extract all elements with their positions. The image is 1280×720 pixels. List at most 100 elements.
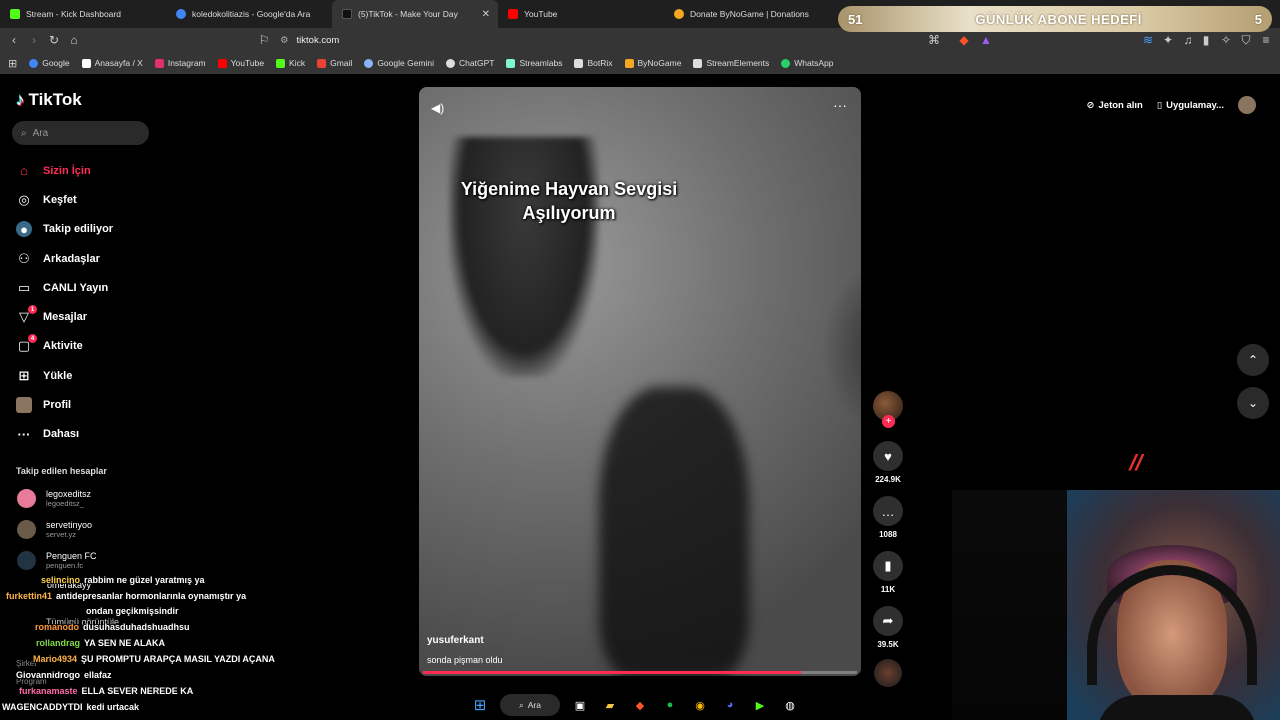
nav-live[interactable]: ▭ CANLI Yayın — [16, 273, 156, 302]
nav-label: Arkadaşlar — [43, 252, 100, 265]
home-icon[interactable]: ⌂ — [64, 30, 84, 50]
tab-kick-dashboard[interactable]: Stream - Kick Dashboard — [0, 0, 166, 28]
tab-tiktok[interactable]: (5)TikTok - Make Your Day ✕ — [332, 0, 498, 28]
bookmark-botrix[interactable]: BotRix — [574, 58, 613, 68]
nav-activity[interactable]: ▢ 4 Aktivite — [16, 332, 156, 361]
previous-video-button[interactable]: ⌃ — [1237, 344, 1269, 376]
following-account[interactable]: legoxeditsz legoeditsz_ — [17, 489, 91, 508]
file-explorer-icon[interactable]: ▰ — [600, 695, 620, 715]
close-tab-icon[interactable]: ✕ — [482, 9, 490, 20]
bookmark-whatsapp[interactable]: WhatsApp — [781, 58, 834, 68]
user-avatar[interactable] — [1238, 96, 1256, 114]
share-button[interactable]: ➦ 39.5K — [873, 606, 903, 649]
nav-label: Keşfet — [43, 193, 77, 206]
bookmark-kick[interactable]: Kick — [276, 58, 305, 68]
music-disc-icon[interactable] — [874, 659, 902, 687]
save-button[interactable]: ▮ 11K — [873, 551, 903, 594]
following-account[interactable]: Penguen FC penguen.fc — [17, 551, 97, 570]
get-coins-button[interactable]: ⊘ Jeton alın — [1087, 100, 1143, 111]
kick-app-icon[interactable]: ▶ — [750, 695, 770, 715]
chrome-icon[interactable]: ◉ — [690, 695, 710, 715]
coin-icon: ⊘ — [1086, 99, 1095, 111]
video-progress-bar[interactable] — [423, 671, 857, 674]
task-view-icon[interactable]: ▣ — [570, 695, 590, 715]
x-icon — [81, 58, 91, 68]
brave-browser-icon[interactable]: ◆ — [630, 695, 650, 715]
sidebar-icon[interactable]: ▮ — [1196, 30, 1216, 50]
video-subject — [449, 137, 599, 377]
address-bar[interactable]: ⚙ tiktok.com — [280, 31, 1000, 49]
youtube-icon — [217, 58, 227, 68]
back-icon[interactable]: ‹ — [4, 30, 24, 50]
nav-more[interactable]: ··· Dahası — [16, 420, 156, 449]
tab-google-search[interactable]: koledokolitiazis - Google'da Ara — [166, 0, 332, 28]
obs-icon[interactable]: ◍ — [780, 695, 800, 715]
nav-label: Profil — [43, 399, 72, 412]
nav-following[interactable]: ● Takip ediliyor — [16, 215, 156, 244]
comment-button[interactable]: … 1088 — [873, 496, 903, 539]
site-info-icon[interactable]: ⚙ — [280, 35, 289, 46]
bookmark-streamlabs[interactable]: Streamlabs — [506, 58, 562, 68]
tab-youtube[interactable]: YouTube — [498, 0, 664, 28]
get-app-button[interactable]: ▯ Uygulamay... — [1157, 100, 1224, 111]
logo-text: TikTok — [28, 90, 82, 109]
like-button[interactable]: ♥ 224.9K — [873, 441, 903, 484]
vpn-icon[interactable]: ⛉ — [1236, 30, 1256, 50]
leo-icon[interactable]: ✧ — [1216, 30, 1236, 50]
discord-icon[interactable]: ◕ — [720, 695, 740, 715]
follow-plus-icon[interactable]: + — [882, 415, 895, 428]
translate-icon[interactable]: ⌘ — [924, 30, 944, 50]
chat-user: Mario4934 — [33, 654, 78, 664]
bookmark-google[interactable]: Google — [29, 58, 70, 68]
tab-label: (5)TikTok - Make Your Day — [358, 9, 458, 19]
reload-icon[interactable]: ↻ — [44, 30, 64, 50]
menu-icon[interactable]: ≡ — [1256, 30, 1276, 50]
bookmark-icon[interactable]: ⚐ — [254, 30, 274, 50]
comment-icon: … — [873, 496, 903, 526]
nav-explore[interactable]: ◎ Keşfet — [16, 185, 156, 214]
bookmark-chatgpt[interactable]: ChatGPT — [446, 58, 494, 68]
search-input[interactable]: ⌕ Ara — [12, 121, 149, 145]
next-video-button[interactable]: ⌄ — [1237, 387, 1269, 419]
compass-icon: ◎ — [18, 191, 30, 207]
following-account[interactable]: servetinyoo servet.yz — [17, 520, 92, 539]
bookmark-youtube[interactable]: YouTube — [217, 58, 264, 68]
account-handle: servet.yz — [46, 530, 77, 539]
gemini-icon — [364, 58, 374, 68]
nav-upload[interactable]: ⊞ Yükle — [16, 361, 156, 390]
bookmark-bynogame[interactable]: ByNoGame — [624, 58, 681, 68]
nav-for-you[interactable]: ⌂ Sizin İçin — [16, 156, 156, 185]
nav-profile[interactable]: Profil — [16, 390, 156, 419]
brave-rewards-icon[interactable]: ▲ — [976, 30, 996, 50]
extension-icon[interactable]: ≋ — [1138, 30, 1158, 50]
bookmark-instagram[interactable]: Instagram — [154, 58, 206, 68]
puzzle-icon[interactable]: ✦ — [1158, 30, 1178, 50]
caption-line-1: Yiğenime Hayvan Sevgisi — [460, 179, 678, 199]
windows-start-icon[interactable]: ⊞ — [470, 695, 490, 715]
creator-avatar[interactable]: + — [873, 391, 903, 428]
save-count: 11K — [880, 585, 896, 594]
video-author[interactable]: yusuferkant — [427, 635, 484, 646]
volume-icon[interactable]: ◀) — [431, 101, 444, 115]
bookmark-x[interactable]: Anasayfa / X — [81, 58, 143, 68]
bookmark-gemini[interactable]: Google Gemini — [364, 58, 434, 68]
apps-icon[interactable]: ⊞ — [8, 57, 17, 70]
taskbar-search[interactable]: ⌕ Ara — [500, 694, 560, 716]
caption-line-2: Aşılıyorum — [522, 203, 616, 224]
more-options-icon[interactable]: ··· — [833, 97, 847, 113]
video-player[interactable]: Yiğenime Hayvan Sevgisi Aşılıyorum ◀) ··… — [419, 87, 861, 676]
tiktok-logo[interactable]: ♪ TikTok — [16, 90, 82, 110]
bookmark-streamelements[interactable]: StreamElements — [693, 58, 769, 68]
bookmark-icon: ▮ — [873, 551, 903, 581]
brave-shield-icon[interactable]: ◆ — [954, 30, 974, 50]
nav-messages[interactable]: ▽ 1 Mesajlar — [16, 302, 156, 331]
bookmark-gmail[interactable]: Gmail — [317, 58, 352, 68]
windows-taskbar: ⊞ ⌕ Ara ▣ ▰ ◆ ● ◉ ◕ ▶ ◍ — [470, 692, 800, 718]
spotify-icon[interactable]: ● — [660, 695, 680, 715]
music-icon[interactable]: ♫ — [1178, 30, 1198, 50]
chat-message: rollandrag YA SEN NE ALAKA — [36, 638, 165, 648]
forward-icon[interactable]: › — [24, 30, 44, 50]
google-favicon-icon — [176, 9, 186, 19]
tab-donations[interactable]: Donate ByNoGame | Donations — [664, 0, 830, 28]
nav-friends[interactable]: ⚇ Arkadaşlar — [16, 244, 156, 273]
